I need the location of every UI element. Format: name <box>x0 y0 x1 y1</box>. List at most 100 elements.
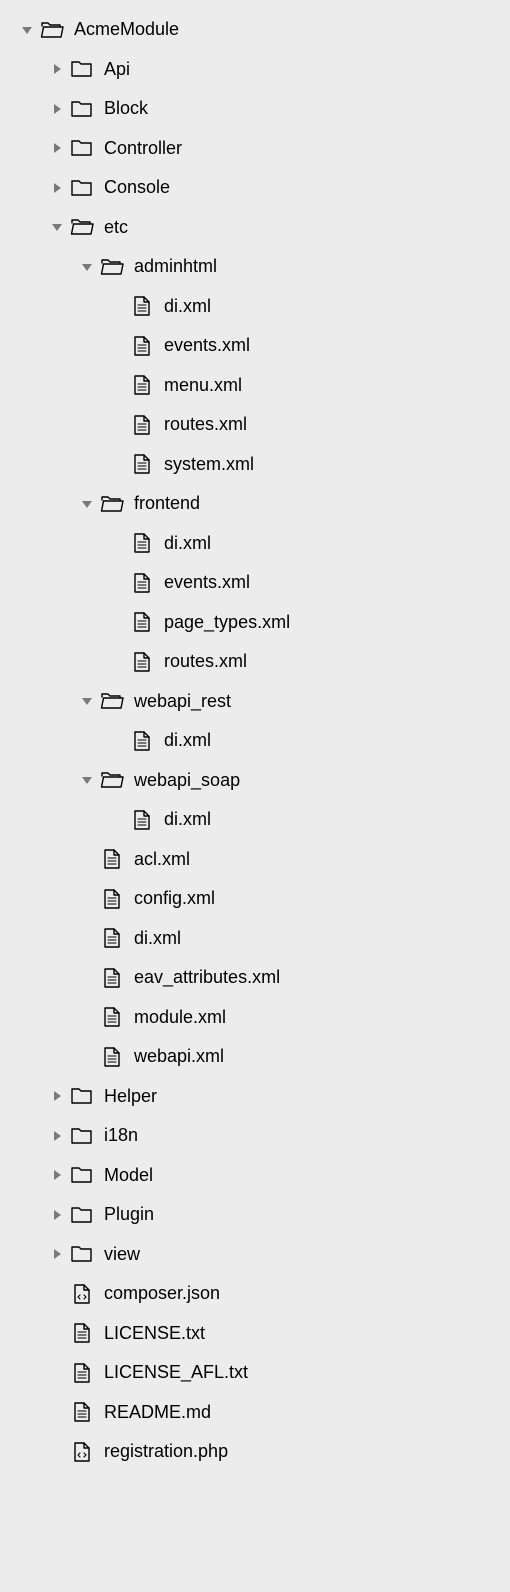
folder-icon <box>68 1203 96 1227</box>
chevron-right-icon[interactable] <box>48 139 66 157</box>
arrow-spacer <box>108 337 126 355</box>
chevron-right-icon[interactable] <box>48 1166 66 1184</box>
folder-icon <box>68 97 96 121</box>
tree-row[interactable]: events.xml <box>0 563 510 603</box>
tree-item-label: README.md <box>104 1402 211 1423</box>
tree-row[interactable]: acl.xml <box>0 840 510 880</box>
tree-item-label: view <box>104 1244 140 1265</box>
tree-item-label: Console <box>104 177 170 198</box>
arrow-spacer <box>48 1443 66 1461</box>
tree-item-label: di.xml <box>164 296 211 317</box>
folder-open-icon <box>98 492 126 516</box>
tree-row[interactable]: webapi_rest <box>0 682 510 722</box>
tree-row[interactable]: view <box>0 1235 510 1275</box>
file-icon <box>128 729 156 753</box>
tree-row[interactable]: LICENSE_AFL.txt <box>0 1353 510 1393</box>
tree-row[interactable]: AcmeModule <box>0 10 510 50</box>
arrow-spacer <box>48 1324 66 1342</box>
file-icon <box>98 926 126 950</box>
tree-item-label: eav_attributes.xml <box>134 967 280 988</box>
file-icon <box>98 1005 126 1029</box>
tree-row[interactable]: Plugin <box>0 1195 510 1235</box>
tree-row[interactable]: di.xml <box>0 524 510 564</box>
tree-item-label: di.xml <box>164 809 211 830</box>
tree-item-label: composer.json <box>104 1283 220 1304</box>
chevron-right-icon[interactable] <box>48 60 66 78</box>
folder-icon <box>68 136 96 160</box>
arrow-spacer <box>78 890 96 908</box>
arrow-spacer <box>108 376 126 394</box>
arrow-spacer <box>108 534 126 552</box>
file-icon <box>128 373 156 397</box>
file-icon <box>98 847 126 871</box>
tree-row[interactable]: Controller <box>0 129 510 169</box>
arrow-spacer <box>78 969 96 987</box>
tree-item-label: registration.php <box>104 1441 228 1462</box>
tree-item-label: adminhtml <box>134 256 217 277</box>
tree-row[interactable]: config.xml <box>0 879 510 919</box>
tree-item-label: routes.xml <box>164 651 247 672</box>
tree-row[interactable]: LICENSE.txt <box>0 1314 510 1354</box>
tree-item-label: webapi.xml <box>134 1046 224 1067</box>
tree-row[interactable]: i18n <box>0 1116 510 1156</box>
tree-row[interactable]: eav_attributes.xml <box>0 958 510 998</box>
tree-item-label: menu.xml <box>164 375 242 396</box>
tree-row[interactable]: webapi.xml <box>0 1037 510 1077</box>
chevron-right-icon[interactable] <box>48 1087 66 1105</box>
folder-open-icon <box>38 18 66 42</box>
arrow-spacer <box>78 929 96 947</box>
chevron-down-icon[interactable] <box>78 495 96 513</box>
tree-item-label: LICENSE_AFL.txt <box>104 1362 248 1383</box>
tree-item-label: routes.xml <box>164 414 247 435</box>
file-tree: AcmeModuleApi Block Controller Console etc ad… <box>0 10 510 1472</box>
chevron-right-icon[interactable] <box>48 100 66 118</box>
arrow-spacer <box>108 297 126 315</box>
tree-item-label: Block <box>104 98 148 119</box>
tree-item-label: i18n <box>104 1125 138 1146</box>
chevron-down-icon[interactable] <box>18 21 36 39</box>
chevron-down-icon[interactable] <box>78 692 96 710</box>
folder-icon <box>68 57 96 81</box>
tree-row[interactable]: composer.json <box>0 1274 510 1314</box>
tree-row[interactable]: adminhtml <box>0 247 510 287</box>
arrow-spacer <box>48 1403 66 1421</box>
chevron-down-icon[interactable] <box>78 771 96 789</box>
tree-row[interactable]: menu.xml <box>0 366 510 406</box>
file-icon <box>128 334 156 358</box>
chevron-down-icon[interactable] <box>78 258 96 276</box>
file-icon <box>128 650 156 674</box>
tree-row[interactable]: README.md <box>0 1393 510 1433</box>
file-icon <box>68 1361 96 1385</box>
tree-row[interactable]: di.xml <box>0 721 510 761</box>
tree-row[interactable]: Api <box>0 50 510 90</box>
tree-row[interactable]: frontend <box>0 484 510 524</box>
chevron-down-icon[interactable] <box>48 218 66 236</box>
tree-row[interactable]: etc <box>0 208 510 248</box>
tree-row[interactable]: system.xml <box>0 445 510 485</box>
tree-row[interactable]: di.xml <box>0 287 510 327</box>
tree-row[interactable]: registration.php <box>0 1432 510 1472</box>
tree-row[interactable]: page_types.xml <box>0 603 510 643</box>
tree-row[interactable]: module.xml <box>0 998 510 1038</box>
tree-row[interactable]: Console <box>0 168 510 208</box>
tree-row[interactable]: routes.xml <box>0 642 510 682</box>
folder-icon <box>68 1242 96 1266</box>
tree-item-label: di.xml <box>164 730 211 751</box>
tree-row[interactable]: webapi_soap <box>0 761 510 801</box>
arrow-spacer <box>108 574 126 592</box>
tree-row[interactable]: routes.xml <box>0 405 510 445</box>
tree-row[interactable]: Helper <box>0 1077 510 1117</box>
tree-row[interactable]: events.xml <box>0 326 510 366</box>
tree-row[interactable]: Block <box>0 89 510 129</box>
tree-row[interactable]: di.xml <box>0 800 510 840</box>
tree-row[interactable]: di.xml <box>0 919 510 959</box>
chevron-right-icon[interactable] <box>48 1245 66 1263</box>
chevron-right-icon[interactable] <box>48 179 66 197</box>
file-icon <box>98 887 126 911</box>
tree-item-label: webapi_soap <box>134 770 240 791</box>
tree-item-label: events.xml <box>164 335 250 356</box>
chevron-right-icon[interactable] <box>48 1206 66 1224</box>
arrow-spacer <box>78 1008 96 1026</box>
chevron-right-icon[interactable] <box>48 1127 66 1145</box>
tree-row[interactable]: Model <box>0 1156 510 1196</box>
